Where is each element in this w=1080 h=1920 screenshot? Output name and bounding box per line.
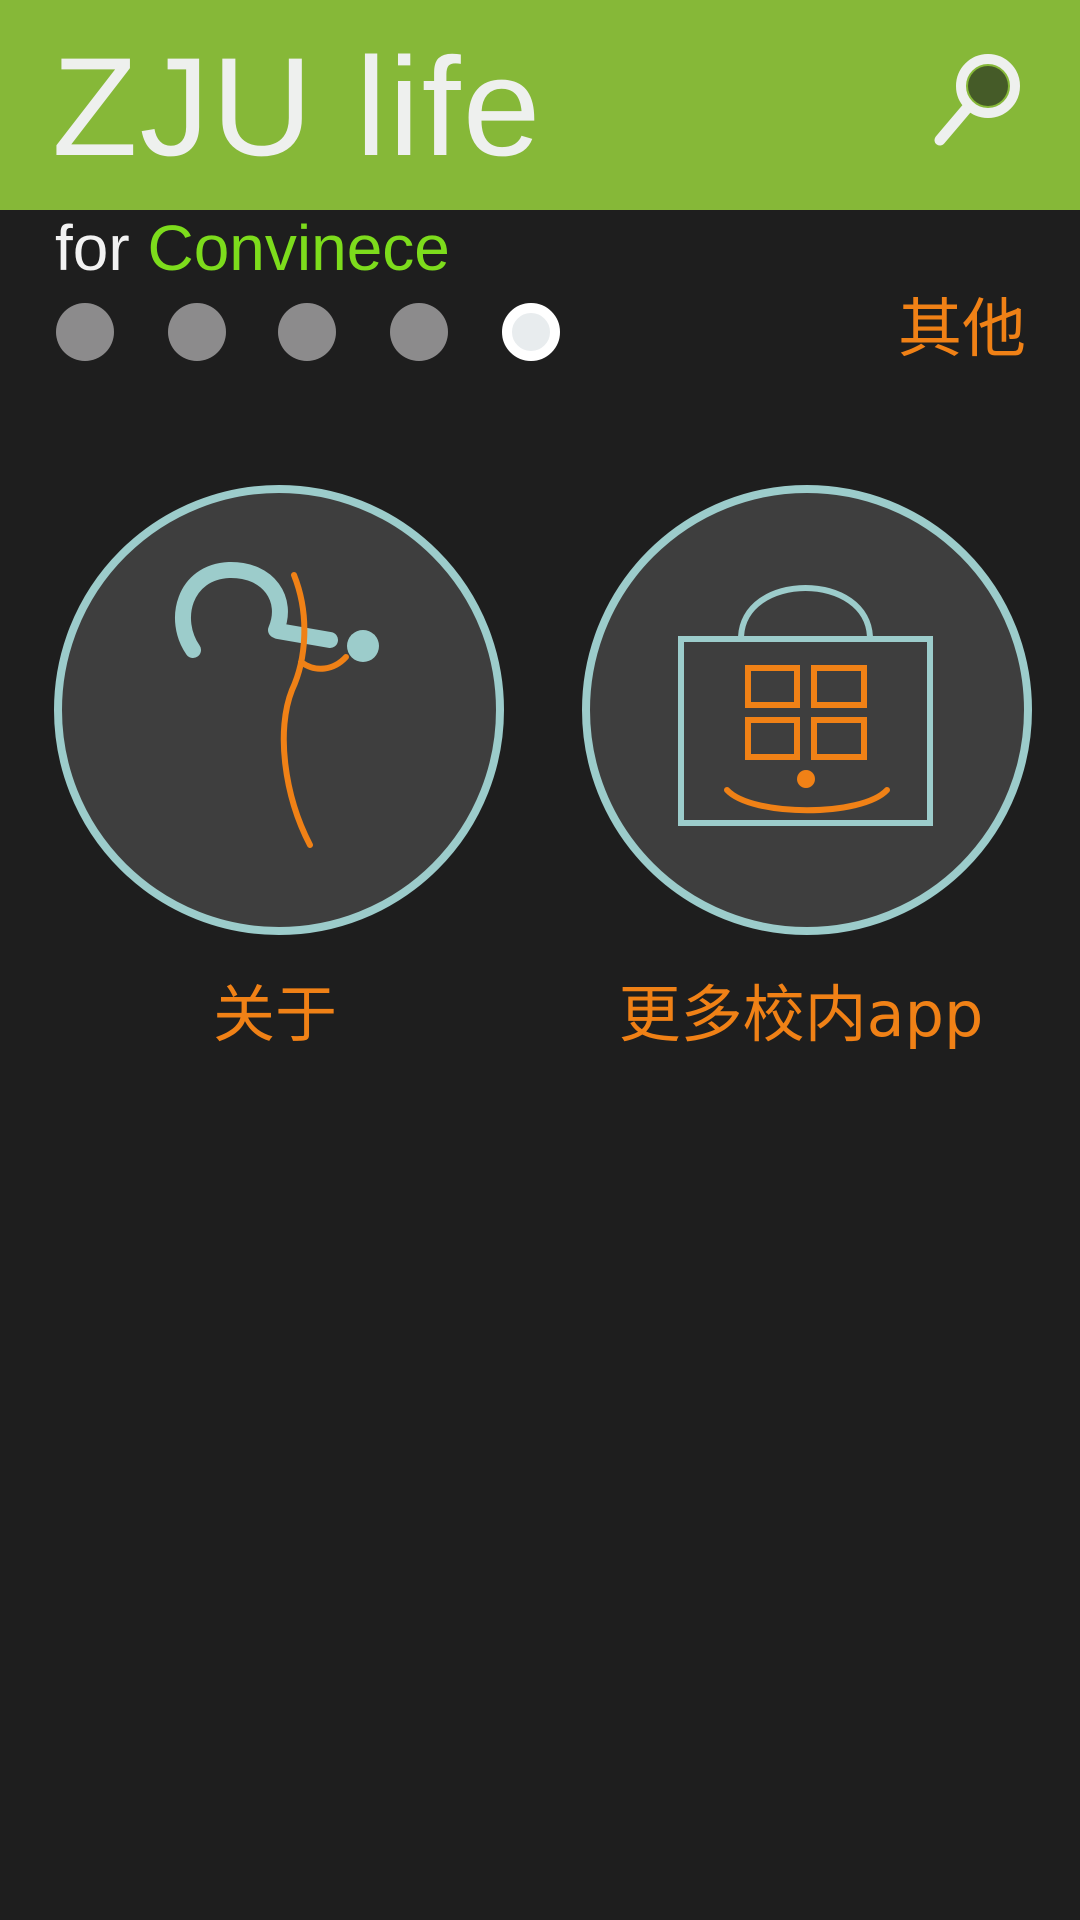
more-apps-tile[interactable] — [582, 485, 1032, 935]
page-dot-4[interactable] — [390, 303, 448, 361]
subtitle-prefix: for — [55, 212, 148, 284]
about-label[interactable]: 关于 — [50, 975, 500, 1055]
screen: ZJU life for Convinece 其他 关于 更多校内app — [0, 0, 1080, 1920]
app-store-bag-icon — [678, 585, 933, 826]
search-icon — [934, 54, 1020, 146]
app-title: ZJU life — [52, 28, 543, 185]
subtitle-accent: Convinece — [147, 212, 450, 284]
search-button[interactable] — [928, 50, 1028, 150]
app-header: ZJU life — [0, 0, 1080, 210]
about-tile[interactable] — [54, 485, 504, 935]
subtitle: for Convinece — [55, 212, 450, 284]
page-dot-5-active[interactable] — [502, 303, 560, 361]
section-title: 其他 — [898, 293, 1026, 367]
page-dot-1[interactable] — [56, 303, 114, 361]
page-dot-3[interactable] — [278, 303, 336, 361]
about-icon — [175, 561, 379, 848]
more-apps-label[interactable]: 更多校内app — [576, 975, 1026, 1055]
page-dot-2[interactable] — [168, 303, 226, 361]
